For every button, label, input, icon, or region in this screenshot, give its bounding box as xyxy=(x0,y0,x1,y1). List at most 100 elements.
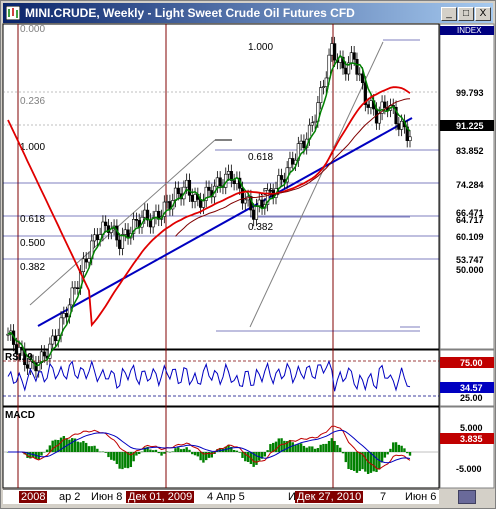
macd-histogram-bar xyxy=(333,440,336,452)
rsi-level-high: 75.00 xyxy=(460,358,483,368)
chart-area: 1.000 0.618 0.500 0.382 0.236 0.000 1.00… xyxy=(2,23,495,489)
macd-histogram-bar xyxy=(124,452,127,468)
macd-histogram-bar xyxy=(71,438,74,452)
price-bar xyxy=(321,86,326,88)
fib-label: 1.000 xyxy=(248,42,273,53)
macd-histogram-bar xyxy=(352,452,356,471)
price-bar xyxy=(400,120,404,130)
macd-histogram-bar xyxy=(255,452,258,465)
macd-histogram-bar xyxy=(383,452,387,458)
macd-histogram-bar xyxy=(79,442,82,452)
price-bar xyxy=(252,209,256,220)
macd-histogram-bar xyxy=(149,449,152,452)
price-label: 64.717 xyxy=(456,215,484,225)
macd-histogram-bar xyxy=(386,452,389,455)
fib-label: 0.500 xyxy=(20,238,45,249)
price-bar xyxy=(185,179,189,188)
macd-histogram-bar xyxy=(330,438,334,452)
macd-histogram-bar xyxy=(98,451,102,453)
price-bar xyxy=(190,195,194,202)
price-bar xyxy=(143,209,147,218)
price-bar xyxy=(25,364,30,369)
price-bar xyxy=(81,258,85,272)
macd-histogram-bar xyxy=(299,443,303,452)
macd-histogram-bar xyxy=(110,452,113,460)
macd-histogram-bar xyxy=(76,441,79,452)
price-bar xyxy=(187,179,192,196)
macd-histogram-bar xyxy=(294,445,297,452)
macd-histogram-bar xyxy=(135,452,138,456)
price-bar xyxy=(226,171,231,175)
macd-histogram-bar xyxy=(207,452,211,458)
price-bar xyxy=(120,234,125,249)
macd-title: MACD xyxy=(5,410,35,421)
price-bar xyxy=(344,67,348,75)
price-bar xyxy=(215,177,219,187)
macd-histogram-bar xyxy=(397,444,401,452)
macd-histogram-bar xyxy=(269,444,272,452)
macd-histogram-bar xyxy=(140,451,144,453)
price-bar xyxy=(207,186,211,191)
macd-histogram-bar xyxy=(115,452,119,465)
macd-histogram-bar xyxy=(87,446,91,452)
price-label: 60.109 xyxy=(456,232,484,242)
macd-histogram-bar xyxy=(163,452,166,454)
macd-histogram-bar xyxy=(101,451,105,453)
macd-histogram-bar xyxy=(316,448,320,452)
price-bar xyxy=(299,140,303,144)
macd-histogram-bar xyxy=(45,449,49,452)
macd-histogram-bar xyxy=(350,452,353,471)
macd-histogram-bar xyxy=(157,452,160,454)
time-label: 4 Апр 5 xyxy=(207,491,245,503)
macd-histogram-bar xyxy=(347,452,350,470)
scroll-to-end-button[interactable] xyxy=(458,490,476,504)
macd-histogram-bar xyxy=(263,452,267,457)
price-bar xyxy=(95,234,99,241)
price-bar xyxy=(165,201,169,203)
price-bar xyxy=(327,54,331,79)
macd-current-value: 3.835 xyxy=(460,434,483,444)
macd-histogram-bar xyxy=(291,442,294,452)
price-bar xyxy=(397,123,401,130)
price-bar xyxy=(349,52,353,64)
macd-histogram-bar xyxy=(138,452,141,455)
price-bar xyxy=(319,87,323,104)
price-bar xyxy=(73,287,77,289)
rsi-panel[interactable] xyxy=(2,349,440,407)
price-bar xyxy=(268,189,273,192)
price-bar xyxy=(51,335,55,345)
fib-label: 0.382 xyxy=(20,262,45,273)
price-bar xyxy=(324,77,328,87)
macd-level-low: -5.000 xyxy=(456,464,482,474)
price-label: 99.793 xyxy=(456,88,484,98)
price-bar xyxy=(193,194,197,202)
time-label: Июн 8 xyxy=(91,491,123,503)
macd-histogram-bar xyxy=(151,450,155,452)
price-bar xyxy=(383,101,387,108)
macd-histogram-bar xyxy=(302,445,306,452)
price-bar xyxy=(84,258,88,263)
macd-histogram-bar xyxy=(406,452,409,454)
price-label: 50.000 xyxy=(456,265,484,275)
price-label: 83.852 xyxy=(456,146,484,156)
macd-histogram-bar xyxy=(43,452,46,453)
macd-histogram-bar xyxy=(392,442,395,452)
time-axis[interactable]: 2008 ар 2 Июн 8 Дек 01, 2009 4 Апр 5 Июл… xyxy=(3,489,439,504)
macd-histogram-bar xyxy=(171,451,174,452)
macd-histogram-bar xyxy=(93,445,96,452)
time-label: Дек 27, 2010 xyxy=(295,491,364,503)
macd-histogram-bar xyxy=(68,439,71,452)
price-bar xyxy=(240,188,245,204)
price-bar xyxy=(87,258,91,263)
index-label-text: INDEX xyxy=(457,26,482,35)
macd-histogram-bar xyxy=(311,446,314,452)
fib-label: 0.618 xyxy=(248,152,273,163)
macd-histogram-bar xyxy=(408,452,412,456)
price-bar xyxy=(53,335,58,342)
macd-histogram-bar xyxy=(266,450,269,452)
macd-histogram-bar xyxy=(344,452,347,463)
macd-histogram-bar xyxy=(319,444,322,452)
price-bar xyxy=(277,175,281,189)
price-bar xyxy=(76,287,80,289)
macd-histogram-bar xyxy=(238,452,241,453)
